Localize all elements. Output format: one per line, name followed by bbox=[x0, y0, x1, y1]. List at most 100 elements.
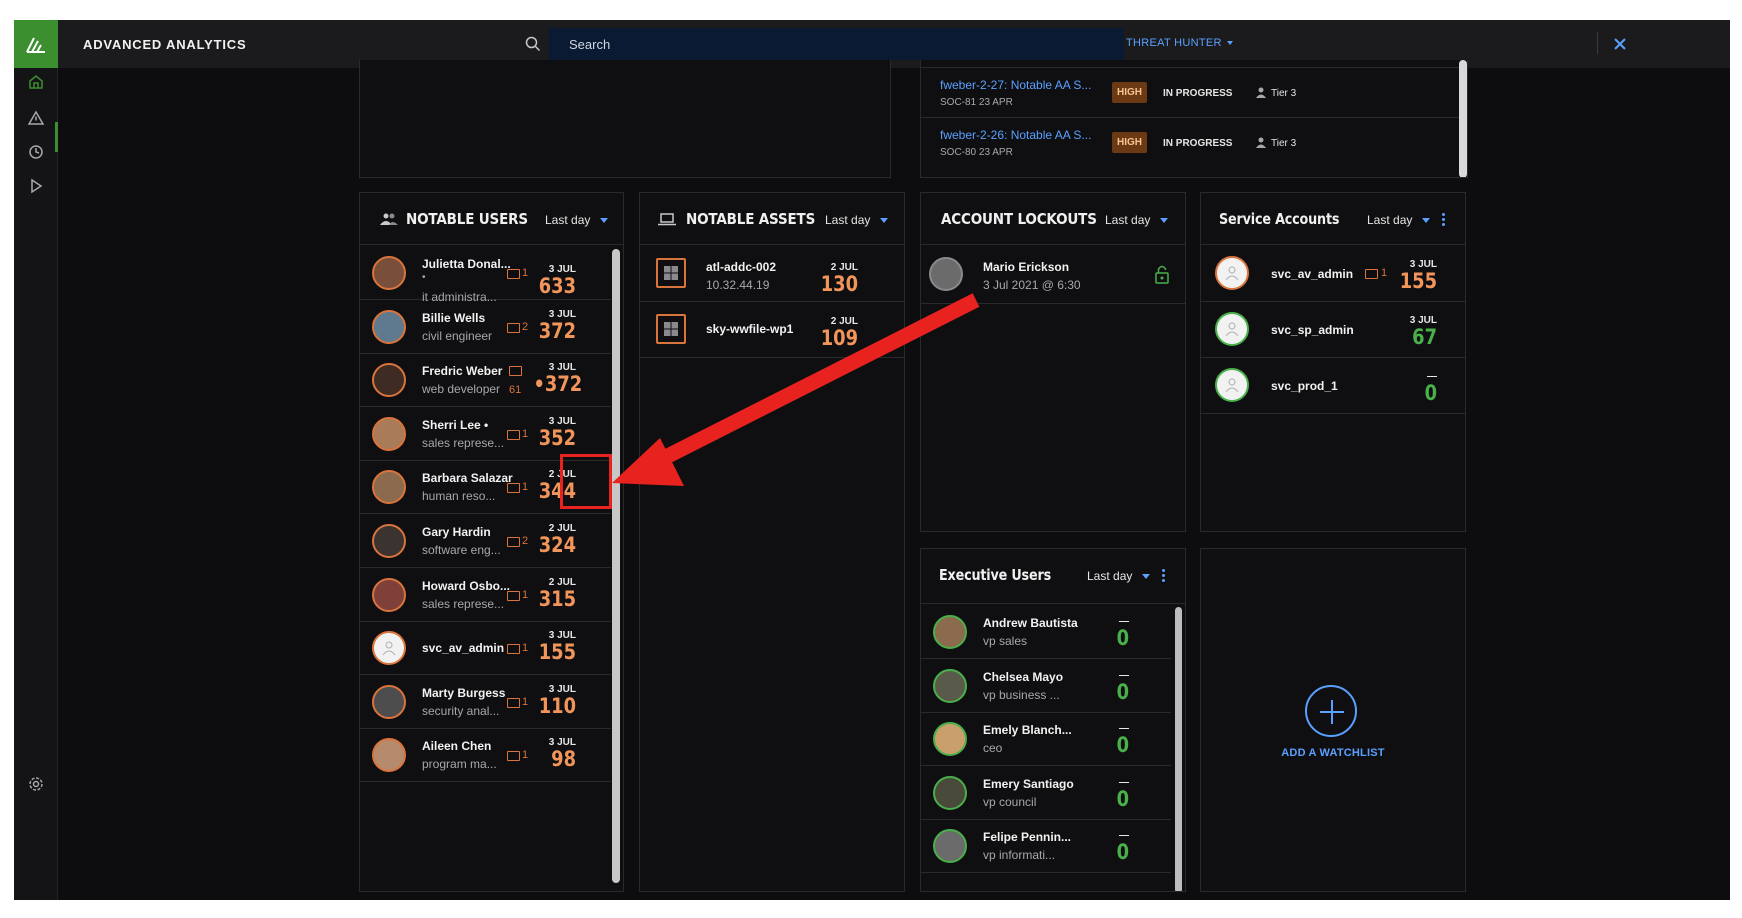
case-count: 1 bbox=[522, 588, 529, 601]
user-role: program ma... bbox=[422, 757, 497, 772]
asset-name[interactable]: atl-addc-002 bbox=[706, 260, 776, 274]
home-icon[interactable] bbox=[26, 72, 46, 92]
user-role: civil engineer bbox=[422, 328, 493, 343]
chevron-down-icon bbox=[1422, 218, 1431, 224]
executive-row[interactable]: Felipe Pennin... vp informati... —0 bbox=[921, 819, 1171, 874]
incident-title[interactable]: fweber-2-26: Notable AA S... bbox=[940, 128, 1091, 142]
folder-icon bbox=[507, 751, 520, 762]
asset-row[interactable]: sky-wwfile-wp1 2 JUL 109 bbox=[640, 302, 904, 358]
user-row[interactable]: Billie Wells civil engineer 2 3 JUL 372 bbox=[360, 300, 611, 354]
user-row[interactable]: Howard Osbo... sales represe... 1 2 JUL 315 bbox=[360, 568, 611, 622]
lockout-row[interactable]: Mario Erickson 3 Jul 2021 @ 6:30 bbox=[921, 246, 1185, 304]
user-name[interactable]: Sherri Lee • bbox=[422, 418, 518, 432]
executive-row[interactable]: Emery Santiago vp council —0 bbox=[921, 766, 1171, 820]
user-row[interactable]: Barbara Salazar human reso... 1 2 JUL 344 bbox=[360, 460, 611, 515]
history-icon[interactable] bbox=[26, 142, 46, 162]
time-range-label: Last day bbox=[1105, 213, 1151, 227]
add-watchlist-button[interactable] bbox=[1305, 685, 1357, 737]
add-watchlist-label[interactable]: ADD A WATCHLIST bbox=[1201, 747, 1465, 759]
play-icon[interactable] bbox=[26, 176, 46, 196]
user-row[interactable]: Aileen Chen program ma... 1 3 JUL 98 bbox=[360, 728, 611, 783]
panel-title: Executive Users bbox=[939, 566, 1052, 584]
time-range-dropdown[interactable]: Last day bbox=[1367, 213, 1431, 227]
case-count: 1 bbox=[522, 749, 529, 762]
case-count: 1 bbox=[522, 267, 529, 279]
app-title: ADVANCED ANALYTICS bbox=[83, 37, 247, 52]
scrollbar[interactable] bbox=[1175, 607, 1182, 891]
service-account-row[interactable]: svc_av_admin 1 3 JUL 155 bbox=[1201, 246, 1465, 302]
incident-tier: Tier 3 bbox=[1271, 88, 1297, 99]
service-account-name[interactable]: svc_sp_admin bbox=[1271, 323, 1354, 337]
service-account-row[interactable]: svc_sp_admin 3 JUL 67 bbox=[1201, 302, 1465, 358]
user-name[interactable]: Howard Osbo... bbox=[422, 579, 518, 593]
avatar bbox=[933, 829, 967, 864]
user-role: human reso... bbox=[422, 489, 496, 504]
folder-icon bbox=[507, 429, 520, 440]
service-account-row[interactable]: svc_prod_1 — 0 bbox=[1201, 358, 1465, 414]
time-range-dropdown[interactable]: Last day bbox=[1087, 569, 1151, 583]
unlock-icon[interactable] bbox=[1154, 264, 1170, 284]
avatar bbox=[372, 470, 406, 505]
add-watchlist-panel: ADD A WATCHLIST bbox=[1200, 548, 1466, 892]
more-options-icon[interactable] bbox=[1442, 213, 1446, 228]
incident-row[interactable]: fweber-2-27: Notable AA S... SOC-81 23 A… bbox=[921, 68, 1467, 118]
user-name[interactable]: Julietta Donal... bbox=[422, 257, 518, 271]
user-name[interactable]: Emery Santiago bbox=[983, 777, 1083, 791]
user-icon bbox=[1256, 137, 1266, 148]
logo[interactable] bbox=[14, 20, 58, 68]
service-account-name[interactable]: svc_av_admin bbox=[1271, 267, 1353, 281]
user-name[interactable]: Billie Wells bbox=[422, 311, 518, 325]
user-name[interactable]: Aileen Chen bbox=[422, 739, 518, 753]
role-menu[interactable]: THREAT HUNTER bbox=[1126, 37, 1234, 49]
logo-icon bbox=[26, 37, 45, 53]
asset-name[interactable]: sky-wwfile-wp1 bbox=[706, 322, 793, 336]
user-name[interactable]: Felipe Pennin... bbox=[983, 830, 1083, 844]
user-name[interactable]: svc_av_admin bbox=[422, 641, 518, 655]
executive-row[interactable]: Chelsea Mayo vp business ... —0 bbox=[921, 659, 1171, 713]
user-name[interactable]: Emely Blanch... bbox=[983, 723, 1083, 737]
user-role: vp informati... bbox=[983, 848, 1056, 863]
time-range-dropdown[interactable]: Last day bbox=[1105, 213, 1169, 227]
settings-icon[interactable] bbox=[26, 774, 46, 794]
time-range-label: Last day bbox=[1087, 569, 1133, 583]
search-input[interactable] bbox=[549, 36, 1124, 52]
user-name[interactable]: Fredric Weber bbox=[422, 364, 518, 378]
windows-icon bbox=[656, 258, 686, 288]
left-nav bbox=[14, 68, 58, 900]
user-row[interactable]: Marty Burgess security anal... 1 3 JUL 110 bbox=[360, 675, 611, 729]
search-bar[interactable] bbox=[525, 28, 1124, 60]
risk-score: 0 bbox=[1116, 626, 1129, 650]
time-range-dropdown[interactable]: Last day bbox=[545, 213, 609, 227]
user-row[interactable]: Julietta Donal... • it administra... 1 3 JUL… bbox=[360, 246, 611, 304]
user-row[interactable]: Fredric Weber web developer 61 3 JUL •372 bbox=[360, 353, 611, 408]
executive-row[interactable]: Andrew Bautista vp sales —0 bbox=[921, 605, 1171, 659]
service-account-name[interactable]: svc_prod_1 bbox=[1271, 379, 1338, 393]
incident-row[interactable]: fweber-2-26: Notable AA S... SOC-80 23 A… bbox=[921, 118, 1467, 168]
user-row[interactable]: Sherri Lee • sales represe... 1 3 JUL 352 bbox=[360, 407, 611, 461]
lockout-user-name[interactable]: Mario Erickson bbox=[983, 260, 1069, 274]
user-name[interactable]: Gary Hardin bbox=[422, 525, 518, 539]
alert-icon[interactable] bbox=[26, 108, 46, 128]
more-options-icon[interactable] bbox=[1162, 569, 1166, 584]
panel-header: ACCOUNT LOCKOUTS Last day bbox=[921, 193, 1185, 245]
user-name[interactable]: Marty Burgess bbox=[422, 686, 518, 700]
scrollbar[interactable] bbox=[1459, 60, 1467, 177]
user-name[interactable]: Andrew Bautista bbox=[983, 616, 1083, 630]
executive-row[interactable]: Emely Blanch... ceo —0 bbox=[921, 712, 1171, 767]
user-row[interactable]: svc_av_admin 1 3 JUL 155 bbox=[360, 621, 611, 676]
time-range-dropdown[interactable]: Last day bbox=[825, 213, 889, 227]
risk-score: 315 bbox=[538, 586, 576, 611]
user-role: web developer bbox=[422, 382, 501, 397]
incident-title[interactable]: fweber-2-27: Notable AA S... bbox=[940, 78, 1091, 92]
severity-badge: HIGH bbox=[1112, 82, 1147, 103]
asset-row[interactable]: atl-addc-002 10.32.44.19 2 JUL 130 bbox=[640, 246, 904, 302]
folder-icon bbox=[507, 537, 520, 547]
user-row[interactable]: Gary Hardin software eng... 2 2 JUL 324 bbox=[360, 514, 611, 568]
user-name[interactable]: Barbara Salazar bbox=[422, 471, 518, 485]
scrollbar[interactable] bbox=[612, 249, 620, 883]
user-role: vp council bbox=[983, 794, 1037, 809]
user-icon bbox=[1256, 87, 1266, 98]
close-icon[interactable] bbox=[1610, 34, 1630, 54]
incident-tier: Tier 3 bbox=[1271, 138, 1297, 149]
user-name[interactable]: Chelsea Mayo bbox=[983, 670, 1083, 684]
